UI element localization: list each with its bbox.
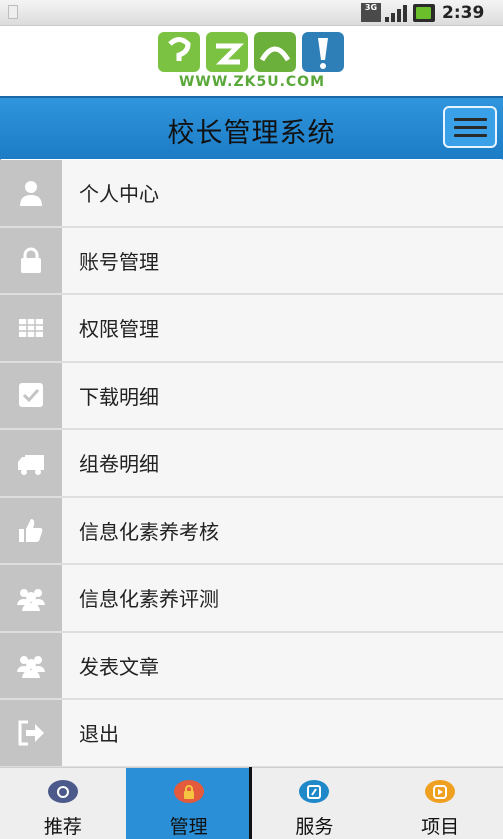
menu-item-label: 个人中心: [79, 182, 159, 207]
signal-icon: [385, 4, 407, 22]
menu-item-info-literacy-assessment[interactable]: 信息化素养考核: [0, 497, 503, 565]
menu-item-label: 信息化素养考核: [79, 519, 219, 544]
menu-item-label: 下载明细: [79, 384, 159, 409]
menu-item-paper-details[interactable]: 组卷明细: [0, 430, 503, 498]
tab-project[interactable]: 项目: [377, 768, 503, 839]
tab-label: 服务: [295, 816, 334, 838]
grid-icon: [0, 295, 62, 361]
project-icon: [425, 780, 456, 803]
menu-item-label: 权限管理: [79, 317, 159, 342]
tab-label: 推荐: [43, 816, 82, 838]
thumbs-up-icon: [0, 497, 62, 563]
menu-item-permission-management[interactable]: 权限管理: [0, 295, 503, 363]
user-icon: [0, 160, 62, 226]
service-icon: [299, 780, 330, 803]
menu-list: 个人中心 账号管理 权限管理 下载明细 组卷明细 信息化素养考核 信息化素养评测…: [0, 160, 503, 768]
checkbox-icon: [0, 362, 62, 428]
menu-item-personal-center[interactable]: 个人中心: [0, 160, 503, 228]
logo-url: WWW.ZK5U.COM: [178, 74, 326, 90]
menu-item-logout[interactable]: 退出: [0, 700, 503, 768]
tab-label: 管理: [169, 816, 208, 838]
tab-recommend[interactable]: 推荐: [0, 768, 126, 839]
tab-manage[interactable]: 管理: [125, 768, 252, 839]
status-bar: 3G 2:39 AM: [0, 0, 503, 42]
page-title: 校长管理系统: [167, 118, 336, 149]
group-icon: [0, 632, 62, 698]
menu-item-label: 组卷明细: [79, 452, 159, 477]
truck-icon: [0, 430, 62, 496]
tab-label: 项目: [421, 816, 460, 838]
header-bar: 校长管理系统: [0, 96, 503, 159]
tab-divider: [249, 767, 252, 839]
menu-item-download-details[interactable]: 下载明细: [0, 362, 503, 430]
battery-icon: [413, 4, 435, 22]
tab-service[interactable]: 服务: [252, 768, 378, 839]
menu-button[interactable]: [443, 106, 497, 148]
menu-item-info-literacy-evaluation[interactable]: 信息化素养评测: [0, 565, 503, 633]
lock-icon: [0, 227, 62, 293]
menu-item-label: 发表文章: [79, 654, 159, 679]
menu-item-label: 信息化素养评测: [79, 587, 219, 612]
menu-item-label: 退出: [79, 722, 119, 747]
recommend-icon: [47, 780, 78, 803]
sd-card-icon: [8, 5, 18, 19]
menu-item-publish-article[interactable]: 发表文章: [0, 632, 503, 700]
logo: [158, 32, 344, 72]
network-type-icon: 3G: [361, 3, 381, 22]
menu-item-account-management[interactable]: 账号管理: [0, 227, 503, 295]
group-icon: [0, 565, 62, 631]
logout-icon: [0, 700, 62, 766]
menu-item-label: 账号管理: [79, 249, 159, 274]
manage-icon: [173, 780, 204, 803]
logo-area: WWW.ZK5U.COM: [0, 26, 503, 96]
